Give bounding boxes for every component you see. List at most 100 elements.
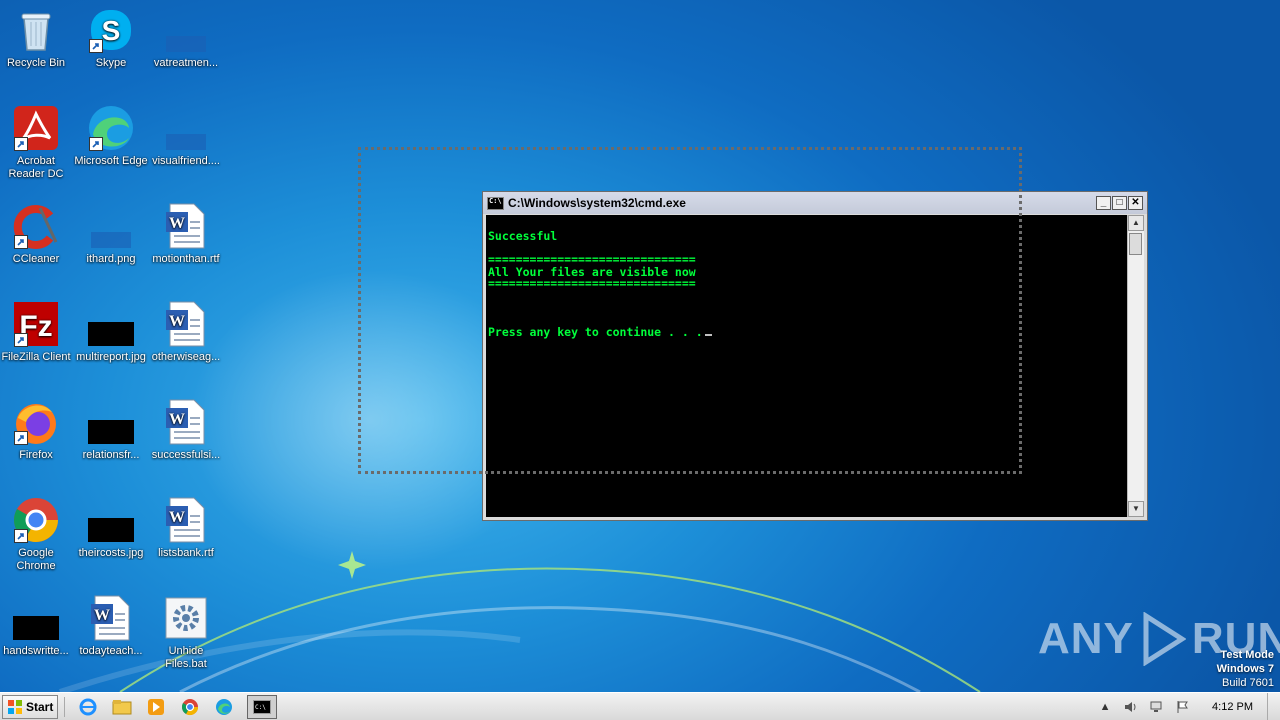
edge-icon bbox=[87, 104, 135, 152]
console-line: Press any key to continue . . . bbox=[488, 325, 703, 339]
desktop-icon-label: FileZilla Client bbox=[1, 351, 71, 363]
start-button[interactable]: Start bbox=[2, 694, 59, 719]
console-output[interactable]: Successful =============================… bbox=[486, 215, 1128, 517]
recycle-bin-icon bbox=[12, 6, 60, 54]
shortcut-arrow-icon bbox=[14, 235, 28, 249]
start-label: Start bbox=[26, 699, 54, 714]
acrobat-reader-icon bbox=[12, 104, 60, 152]
desktop-icon[interactable]: Wmotionthan.rtf bbox=[148, 198, 224, 266]
desktop-icon[interactable]: theircosts.jpg bbox=[73, 492, 149, 560]
desktop-icon-label: Microsoft Edge bbox=[74, 155, 148, 167]
edge-icon[interactable] bbox=[213, 696, 235, 718]
batch-file-gear-icon bbox=[162, 594, 210, 642]
svg-text:C:\: C:\ bbox=[255, 704, 266, 711]
shortcut-arrow-icon bbox=[14, 431, 28, 445]
file-icon bbox=[162, 6, 210, 54]
action-center-flag-icon[interactable] bbox=[1175, 699, 1191, 715]
vertical-scrollbar[interactable]: ▲ ▼ bbox=[1127, 215, 1144, 517]
test-mode-notice: Test Mode Windows 7 Build 7601 bbox=[1217, 648, 1274, 690]
close-button[interactable]: ✕ bbox=[1128, 196, 1143, 210]
desktop-icon[interactable]: Microsoft Edge bbox=[73, 100, 149, 168]
desktop-icon-label: visualfriend.... bbox=[152, 155, 220, 167]
test-mode-label: Test Mode bbox=[1220, 649, 1274, 661]
desktop-icon[interactable]: Wtodayteach... bbox=[73, 590, 149, 658]
image-file-icon bbox=[87, 300, 135, 348]
desktop-icon[interactable]: multireport.jpg bbox=[73, 296, 149, 364]
desktop-icon[interactable]: Wsuccessfulsi... bbox=[148, 394, 224, 462]
shortcut-arrow-icon bbox=[14, 333, 28, 347]
build-label: Build 7601 bbox=[1222, 677, 1274, 689]
desktop-icon[interactable]: visualfriend.... bbox=[148, 100, 224, 168]
explorer-icon[interactable] bbox=[111, 696, 133, 718]
text-cursor bbox=[704, 334, 712, 336]
desktop-icon[interactable]: Wlistsbank.rtf bbox=[148, 492, 224, 560]
wordpad-document-icon: W bbox=[162, 496, 210, 544]
image-file-icon bbox=[87, 202, 135, 250]
firefox-icon bbox=[12, 398, 60, 446]
wordpad-document-icon: W bbox=[162, 398, 210, 446]
shortcut-arrow-icon bbox=[89, 39, 103, 53]
volume-icon[interactable] bbox=[1123, 699, 1139, 715]
desktop-icon-label: listsbank.rtf bbox=[158, 547, 214, 559]
os-label: Windows 7 bbox=[1216, 663, 1274, 675]
taskbar-clock[interactable]: 4:12 PM bbox=[1212, 701, 1253, 713]
media-player-icon[interactable] bbox=[145, 696, 167, 718]
cmd-icon[interactable]: C:\ bbox=[247, 694, 278, 719]
desktop-icon-label: Firefox bbox=[19, 449, 53, 461]
network-icon[interactable] bbox=[1149, 699, 1165, 715]
desktop-icon-label: motionthan.rtf bbox=[152, 253, 220, 265]
desktop-icon[interactable]: handswritte... bbox=[0, 590, 74, 658]
desktop-icon-label: relationsfr... bbox=[82, 449, 140, 461]
cmd-window[interactable]: C:\Windows\system32\cmd.exe _ □ ✕ Succes… bbox=[482, 191, 1148, 521]
svg-text:W: W bbox=[169, 509, 185, 526]
ie-icon[interactable] bbox=[77, 696, 99, 718]
skype-icon: S bbox=[87, 6, 135, 54]
desktop-icon[interactable]: Firefox bbox=[0, 394, 74, 462]
image-file-icon bbox=[87, 496, 135, 544]
image-file-icon bbox=[87, 398, 135, 446]
taskbar-separator bbox=[64, 696, 66, 717]
chrome-icon[interactable] bbox=[179, 696, 201, 718]
desktop-icon[interactable]: Wotherwiseag... bbox=[148, 296, 224, 364]
chrome-icon bbox=[12, 496, 60, 544]
desktop-icon[interactable]: CCleaner bbox=[0, 198, 74, 266]
desktop-icon[interactable]: relationsfr... bbox=[73, 394, 149, 462]
desktop-icon-label: Recycle Bin bbox=[6, 57, 66, 69]
show-hidden-icons-arrow-icon[interactable]: ▲ bbox=[1097, 699, 1113, 715]
svg-text:W: W bbox=[169, 313, 185, 330]
file-icon bbox=[162, 104, 210, 152]
desktop-icon[interactable]: Google Chrome bbox=[0, 492, 74, 573]
desktop-icon-label: vatreatmen... bbox=[153, 57, 219, 69]
desktop-icon-label: Unhide Files.bat bbox=[165, 645, 207, 670]
svg-text:W: W bbox=[169, 411, 185, 428]
image-file-icon bbox=[12, 594, 60, 642]
watermark-text-left: ANY bbox=[1038, 614, 1134, 663]
desktop-icon[interactable]: ithard.png bbox=[73, 198, 149, 266]
console-line: ============================== bbox=[488, 252, 696, 266]
desktop-icon[interactable]: vatreatmen... bbox=[148, 2, 224, 70]
minimize-button[interactable]: _ bbox=[1096, 196, 1111, 210]
console-line: ============================== bbox=[488, 276, 696, 290]
scroll-up-arrow-icon[interactable]: ▲ bbox=[1128, 215, 1144, 231]
desktop-icon[interactable]: Recycle Bin bbox=[0, 2, 74, 70]
desktop-icon[interactable]: Acrobat Reader DC bbox=[0, 100, 74, 181]
cmd-title-bar[interactable]: C:\Windows\system32\cmd.exe _ □ ✕ bbox=[483, 192, 1147, 214]
scrollbar-thumb[interactable] bbox=[1129, 233, 1142, 255]
desktop-icon-label: successfulsi... bbox=[151, 449, 221, 461]
maximize-button[interactable]: □ bbox=[1112, 196, 1127, 210]
scroll-down-arrow-icon[interactable]: ▼ bbox=[1128, 501, 1144, 517]
taskbar: Start C:\ ▲ 4:12 PM bbox=[0, 692, 1280, 720]
desktop-icon-label: otherwiseag... bbox=[151, 351, 221, 363]
wordpad-document-icon: W bbox=[162, 202, 210, 250]
desktop-icon-label: todayteach... bbox=[79, 645, 143, 657]
desktop-icon[interactable]: Fz FileZilla Client bbox=[0, 296, 74, 364]
shortcut-arrow-icon bbox=[14, 137, 28, 151]
svg-text:S: S bbox=[102, 15, 121, 46]
desktop-icon[interactable]: Unhide Files.bat bbox=[148, 590, 224, 671]
desktop-icon[interactable]: S Skype bbox=[73, 2, 149, 70]
show-desktop-button[interactable] bbox=[1267, 693, 1280, 720]
windows-logo-icon bbox=[8, 699, 22, 714]
desktop-icon-label: CCleaner bbox=[12, 253, 60, 265]
desktop-icon-label: Google Chrome bbox=[16, 547, 56, 572]
svg-text:W: W bbox=[94, 607, 110, 624]
